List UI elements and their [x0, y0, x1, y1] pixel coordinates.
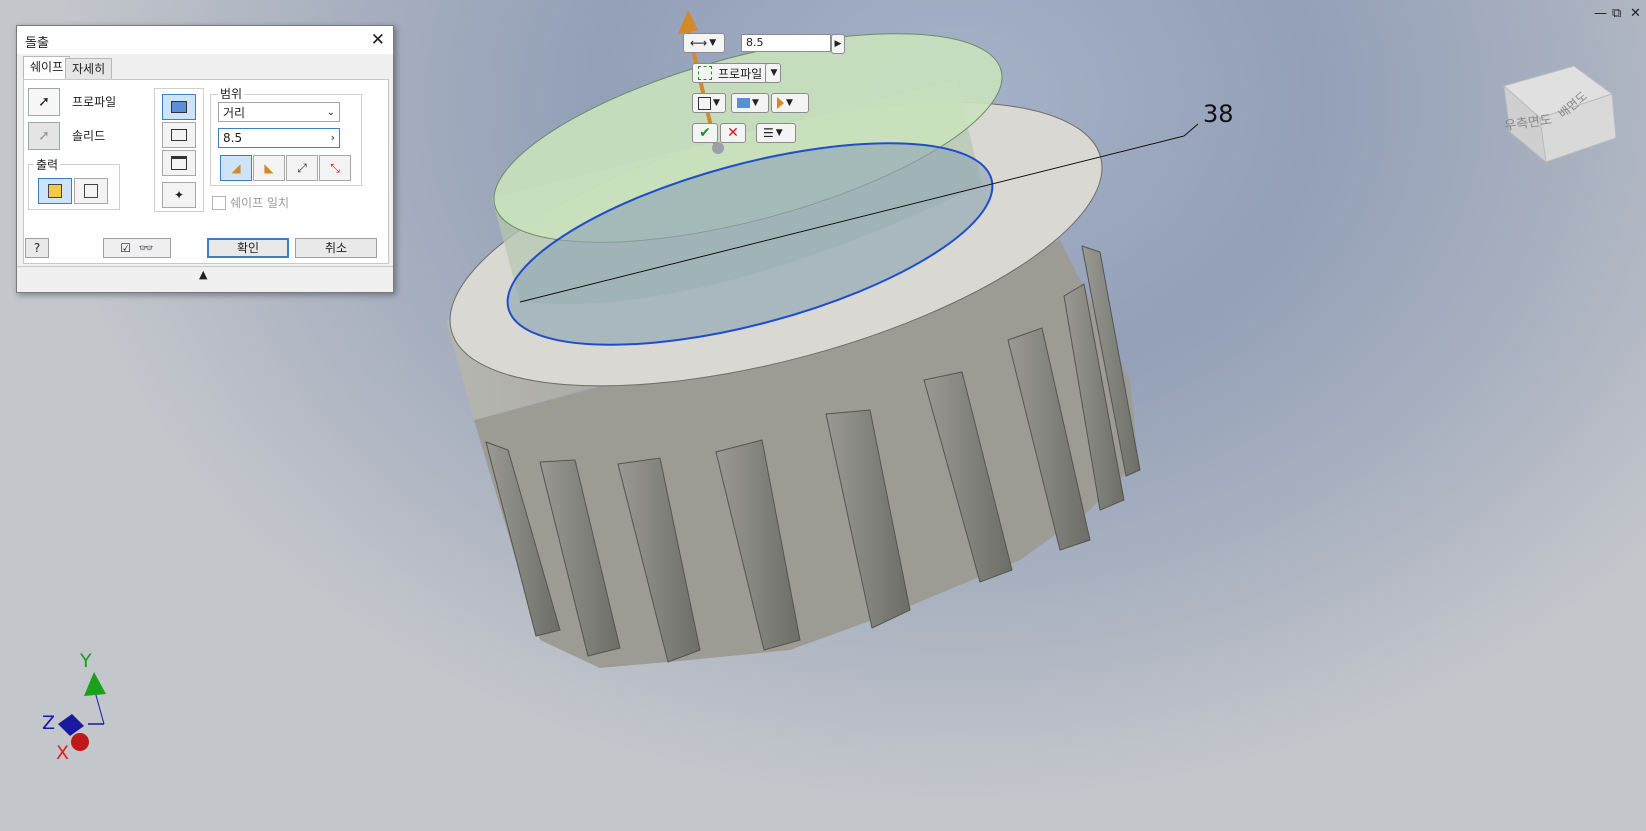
chevron-down-icon: ▼: [752, 98, 759, 108]
direction-asymmetric-icon: ⤡: [330, 160, 340, 175]
close-window-button[interactable]: ✕: [1630, 6, 1641, 21]
profile-select-icon: [698, 66, 712, 80]
output-solid-button[interactable]: [38, 178, 72, 204]
mini-cancel-button[interactable]: ✕: [720, 123, 746, 143]
direction-arrow-icon: ◢: [231, 161, 241, 175]
solid-icon: [698, 96, 711, 110]
chevron-down-icon: ⌄: [326, 107, 335, 118]
direction-symmetric-button[interactable]: ⤢: [286, 155, 318, 181]
join-icon: [171, 101, 187, 113]
mini-direction-dropdown[interactable]: ▼: [771, 93, 809, 113]
chevron-down-icon: ▼: [770, 68, 778, 78]
help-icon: ?: [33, 241, 41, 255]
direction-flipped-button[interactable]: ◣: [253, 155, 285, 181]
distance-mode-dropdown[interactable]: ⟷ ▼: [683, 33, 725, 53]
chevron-down-icon: ▼: [786, 98, 793, 108]
join-button[interactable]: [162, 94, 196, 120]
list-icon: ☰: [763, 126, 774, 140]
close-icon[interactable]: ✕: [371, 30, 385, 50]
tab-shape[interactable]: 쉐이프: [23, 56, 71, 79]
extents-type-value: 거리: [223, 106, 246, 120]
solid-label: 솔리드: [72, 129, 106, 143]
mini-profile-label: 프로파일: [718, 66, 763, 81]
match-shape-checkbox[interactable]: [212, 196, 226, 210]
direction-flip-icon: ◣: [264, 161, 274, 175]
chevron-right-icon: ▶: [834, 39, 842, 49]
dialog-title: 돌출: [25, 36, 49, 51]
direction-icon: [777, 97, 784, 109]
solid-cube-icon: [48, 184, 62, 198]
preview-toggle[interactable]: ☑ 👓: [103, 238, 171, 258]
extrude-dialog: 돌출 ✕ 쉐이프 자세히 ➚ 프로파일 ➚ 솔리드 출력 ✦ 범위 거리 ⌄ 8…: [16, 25, 394, 293]
help-button[interactable]: ?: [25, 238, 49, 258]
check-icon: ✔: [699, 125, 711, 141]
profile-label: 프로파일: [72, 95, 117, 109]
output-surface-button[interactable]: [74, 178, 108, 204]
mini-distance-input[interactable]: 8.5: [741, 34, 831, 52]
mini-distance-expand-button[interactable]: ▶: [831, 34, 845, 54]
mini-solid-dropdown[interactable]: ▼: [692, 93, 726, 113]
join-icon: [737, 98, 750, 108]
mini-ok-button[interactable]: ✔: [692, 123, 718, 143]
dimension-value-38[interactable]: 38: [1203, 100, 1234, 128]
dialog-titlebar[interactable]: 돌출 ✕: [17, 26, 393, 54]
intersect-button[interactable]: [162, 150, 196, 176]
profile-select-button[interactable]: ➚: [28, 88, 60, 116]
solid-select-button[interactable]: ➚: [28, 122, 60, 150]
cut-button[interactable]: [162, 122, 196, 148]
ok-button[interactable]: 확인: [207, 238, 289, 258]
axis-triad: [58, 672, 106, 751]
restore-button[interactable]: ⧉: [1612, 6, 1621, 21]
new-solid-icon: ✦: [173, 188, 185, 202]
mini-profile-dropdown[interactable]: ▼: [765, 63, 781, 83]
collapse-arrow-icon[interactable]: ▲: [199, 268, 207, 281]
surface-cube-icon: [84, 184, 98, 198]
intersect-icon: [171, 156, 187, 170]
chevron-down-icon: ▼: [709, 38, 717, 48]
shape-tab-panel: ➚ 프로파일 ➚ 솔리드 출력 ✦ 범위 거리 ⌄ 8.5 › ◢ ◣ ⤢ ⤡: [23, 79, 389, 264]
distance-input[interactable]: 8.5 ›: [218, 128, 340, 148]
new-solid-button[interactable]: ✦: [162, 182, 196, 208]
cursor-arrow-icon: ➚: [38, 128, 50, 144]
cursor-arrow-icon: ➚: [38, 94, 50, 110]
distance-icon: ⟷: [690, 36, 708, 50]
chevron-down-icon: ▼: [713, 98, 720, 108]
minimize-button[interactable]: —: [1594, 6, 1607, 21]
axis-y-label: Y: [80, 650, 92, 672]
tab-more[interactable]: 자세히: [65, 58, 113, 79]
cut-icon: [171, 129, 187, 141]
axis-z-label: Z: [42, 712, 56, 734]
direction-asymmetric-button[interactable]: ⤡: [319, 155, 351, 181]
mini-options-dropdown[interactable]: ☰ ▼: [756, 123, 796, 143]
direction-default-button[interactable]: ◢: [220, 155, 252, 181]
close-icon: ✕: [727, 125, 739, 141]
extents-label: 범위: [218, 85, 245, 102]
mini-operation-dropdown[interactable]: ▼: [731, 93, 769, 113]
match-shape-label: 쉐이프 일치: [230, 196, 290, 210]
chevron-right-icon[interactable]: ›: [331, 129, 335, 147]
chevron-down-icon: ▼: [775, 128, 783, 138]
output-label: 출력: [34, 156, 61, 173]
dialog-divider: [17, 266, 393, 267]
glasses-icon: 👓: [138, 241, 154, 255]
direction-symmetric-icon: ⤢: [297, 160, 307, 175]
extents-type-select[interactable]: 거리 ⌄: [218, 102, 340, 122]
axis-x-label: X: [56, 742, 70, 764]
distance-value: 8.5: [223, 131, 243, 145]
cancel-button[interactable]: 취소: [295, 238, 377, 258]
checkbox-icon: ☑: [120, 241, 131, 255]
